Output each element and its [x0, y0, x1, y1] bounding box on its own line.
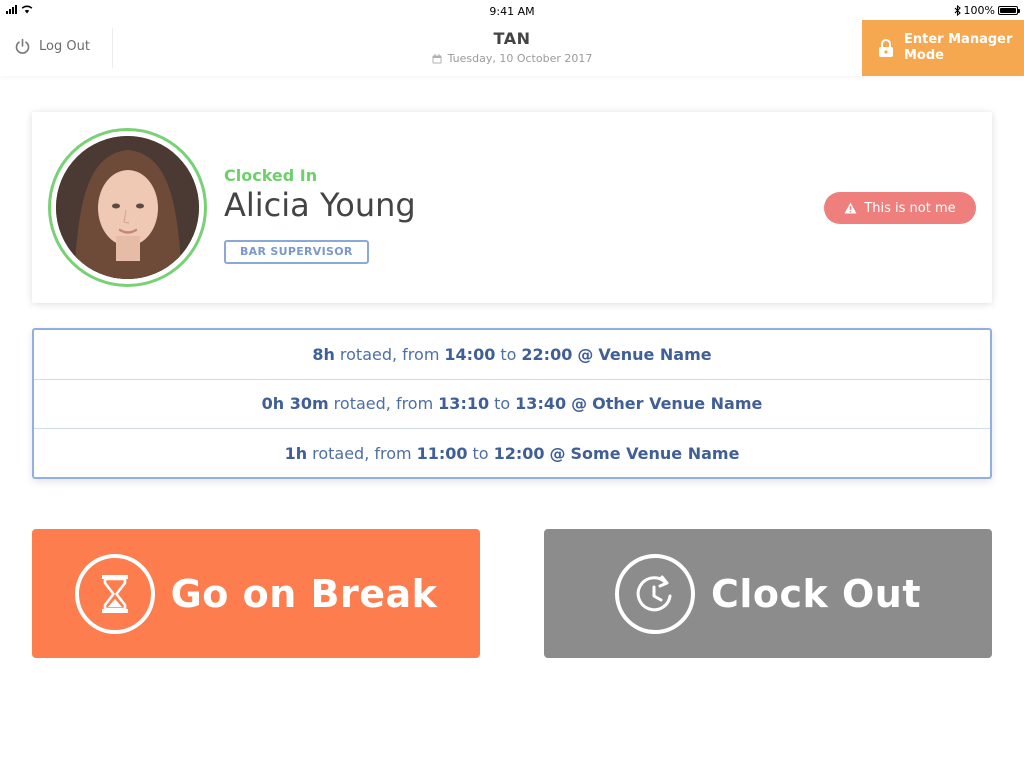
go-on-break-button[interactable]: Go on Break [32, 529, 480, 658]
shift-start: 13:10 [438, 394, 490, 414]
employee-card: Clocked In Alicia Young BAR SUPERVISOR T… [32, 112, 992, 303]
shift-rotaed-text: rotaed, from [339, 344, 440, 364]
shift-start: 11:00 [416, 444, 468, 464]
clock-return-icon [614, 553, 695, 634]
shift-rotaed-text: rotaed, from [312, 444, 412, 464]
shift-end: 12:00 [493, 444, 545, 464]
shift-at-sign: @ [577, 344, 594, 364]
date-line: Tuesday, 10 October 2017 [432, 52, 593, 65]
warning-icon [844, 202, 857, 214]
employee-name: Alicia Young [224, 186, 416, 224]
shift-list: 8h rotaed, from 14:00 to 22:00 @ Venue N… [32, 328, 992, 479]
shift-duration: 8h [312, 344, 335, 364]
shift-at-sign: @ [549, 444, 566, 464]
calendar-icon [432, 53, 442, 63]
clock-status-label: Clocked In [224, 166, 318, 185]
shift-duration: 1h [284, 444, 308, 464]
app-header: Log Out TAN Tuesday, 10 October 2017 Ent… [0, 20, 1024, 76]
current-date: Tuesday, 10 October 2017 [447, 52, 593, 65]
shift-venue: Other Venue Name [592, 394, 763, 414]
status-bar: 9:41 AM 100% [0, 0, 1024, 22]
manager-mode-label: Enter Manager Mode [904, 32, 1013, 63]
not-me-button[interactable]: This is not me [824, 192, 976, 224]
clock-out-label: Clock Out [710, 571, 922, 616]
shift-to-text: to [472, 444, 489, 464]
shift-end: 22:00 [521, 344, 573, 364]
shift-end: 13:40 [515, 394, 567, 414]
shift-to-text: to [500, 344, 517, 364]
role-badge: BAR SUPERVISOR [224, 240, 369, 264]
status-bar-right: 100% [954, 4, 1020, 17]
shift-venue: Some Venue Name [570, 444, 740, 464]
enter-manager-mode-button[interactable]: Enter Manager Mode [862, 20, 1024, 76]
logout-label: Log Out [39, 39, 90, 54]
shift-rotaed-text: rotaed, from [333, 394, 434, 414]
shift-start: 14:00 [444, 344, 496, 364]
go-on-break-label: Go on Break [170, 571, 438, 616]
status-time: 9:41 AM [489, 5, 535, 18]
shift-venue: Venue Name [598, 344, 712, 364]
bluetooth-icon [954, 5, 961, 16]
lock-icon [879, 39, 893, 57]
avatar [56, 136, 199, 279]
shift-row: 1h rotaed, from 11:00 to 12:00 @ Some Ve… [34, 429, 990, 479]
shift-duration: 0h 30m [261, 394, 329, 414]
clock-out-button[interactable]: Clock Out [544, 529, 992, 658]
employee-photo [56, 136, 199, 279]
battery-percentage: 100% [963, 4, 995, 17]
header-divider [112, 28, 113, 68]
logout-button[interactable]: Log Out [14, 38, 90, 55]
avatar-ring [48, 128, 207, 287]
shift-to-text: to [494, 394, 511, 414]
hourglass-icon [74, 553, 155, 634]
battery-icon [998, 6, 1020, 15]
power-icon [15, 38, 30, 54]
shift-row: 0h 30m rotaed, from 13:10 to 13:40 @ Oth… [34, 380, 990, 429]
shift-row: 8h rotaed, from 14:00 to 22:00 @ Venue N… [34, 330, 990, 380]
not-me-label: This is not me [864, 200, 956, 216]
shift-at-sign: @ [571, 394, 588, 414]
